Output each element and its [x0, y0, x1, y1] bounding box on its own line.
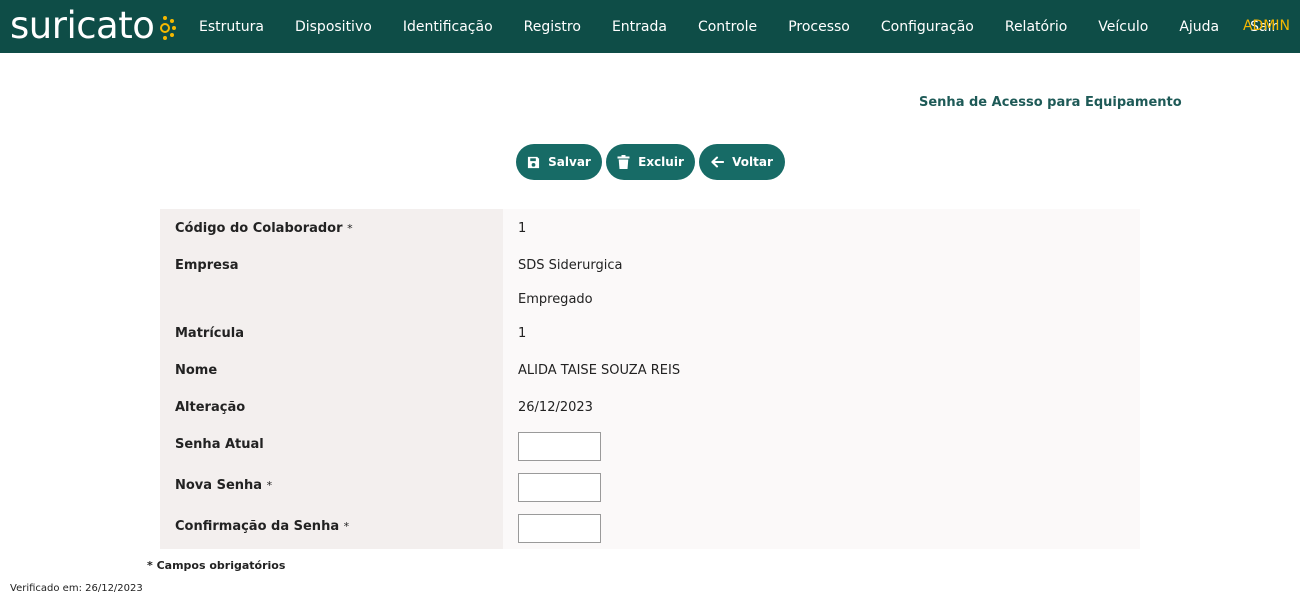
matricula-label: Matrícula [175, 326, 244, 341]
back-button[interactable]: Voltar [699, 144, 785, 180]
required-mark: * [343, 520, 350, 533]
arrow-left-icon [711, 156, 725, 168]
menu-relatorio[interactable]: Relatório [1005, 19, 1067, 35]
empresa-value: SDS Siderurgica [518, 258, 623, 273]
menu-controle[interactable]: Controle [698, 19, 757, 35]
confirmacao-label-text: Confirmação da Senha [175, 519, 340, 534]
menu-entrada[interactable]: Entrada [612, 19, 667, 35]
back-button-label: Voltar [732, 155, 773, 169]
save-button-label: Salvar [548, 155, 591, 169]
empresa-label: Empresa [175, 258, 239, 273]
menu-identificacao[interactable]: Identificação [403, 19, 493, 35]
nova-senha-input[interactable] [518, 473, 601, 502]
confirmacao-senha-input[interactable] [518, 514, 601, 543]
menu-veiculo[interactable]: Veículo [1098, 19, 1148, 35]
delete-button-label: Excluir [638, 155, 684, 169]
required-fields-note: * Campos obrigatórios [147, 559, 286, 572]
nome-label: Nome [175, 363, 218, 378]
menu-configuracao[interactable]: Configuração [881, 19, 974, 35]
codigo-colaborador-value: 1 [518, 221, 527, 236]
senha-atual-input[interactable] [518, 432, 601, 461]
codigo-label-text: Código do Colaborador [175, 221, 343, 236]
menu-dispositivo[interactable]: Dispositivo [295, 19, 372, 35]
main-menu: Estrutura Dispositivo Identificação Regi… [199, 0, 1300, 53]
senha-atual-label: Senha Atual [175, 437, 264, 452]
delete-button[interactable]: Excluir [606, 144, 695, 180]
user-name[interactable]: ADMIN [1243, 0, 1290, 53]
action-buttons: Salvar Excluir Voltar [516, 144, 789, 180]
verified-date: Verificado em: 26/12/2023 [10, 583, 143, 594]
nova-senha-label: Nova Senha * [175, 478, 272, 493]
nova-senha-label-text: Nova Senha [175, 478, 263, 493]
save-button[interactable]: Salvar [516, 144, 602, 180]
nome-value: ALIDA TAISE SOUZA REIS [518, 363, 681, 378]
required-mark: * [266, 479, 273, 492]
alteracao-value: 26/12/2023 [518, 400, 593, 415]
alteracao-label: Alteração [175, 400, 246, 415]
floppy-disk-icon [528, 156, 540, 168]
access-password-form: Código do Colaborador * 1 Empresa SDS Si… [160, 209, 1140, 549]
required-mark: * [347, 222, 353, 235]
matricula-value: 1 [518, 326, 527, 341]
menu-ajuda[interactable]: Ajuda [1179, 19, 1219, 35]
page-title: Senha de Acesso para Equipamento [919, 95, 1182, 110]
codigo-colaborador-label: Código do Colaborador * [175, 221, 353, 236]
top-navigation-bar: suricato Estrutura Dispositivo Identific… [0, 0, 1300, 53]
trash-icon [617, 155, 630, 169]
suricato-logo[interactable]: suricato [10, 3, 177, 49]
menu-registro[interactable]: Registro [524, 19, 581, 35]
confirmacao-senha-label: Confirmação da Senha * [175, 519, 349, 534]
menu-estrutura[interactable]: Estrutura [199, 19, 264, 35]
tipo-colaborador-value: Empregado [518, 292, 593, 307]
logo-dots-icon [160, 16, 177, 40]
logo-text: suricato [10, 4, 155, 47]
menu-processo[interactable]: Processo [788, 19, 850, 35]
